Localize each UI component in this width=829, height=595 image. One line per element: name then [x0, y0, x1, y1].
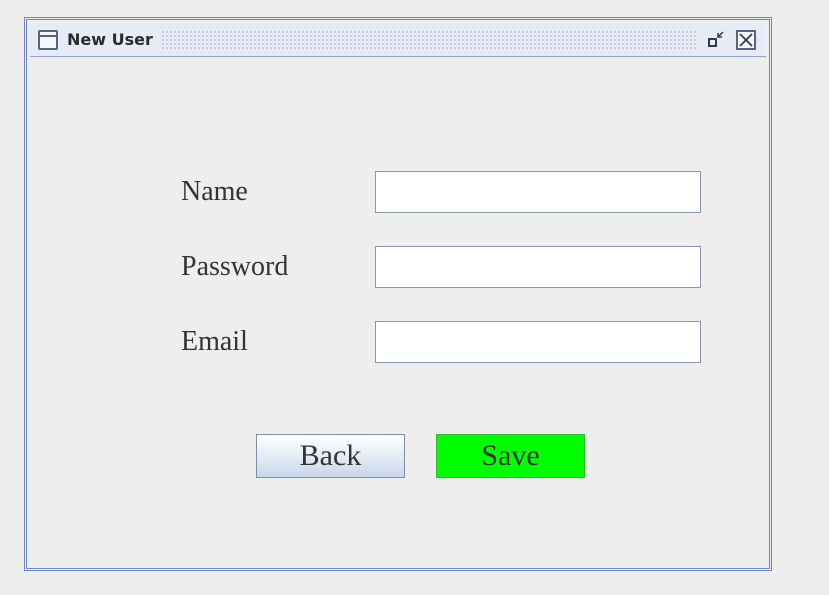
- back-button[interactable]: Back: [256, 434, 405, 478]
- save-button-label: Save: [481, 439, 540, 472]
- restore-icon: [708, 30, 724, 47]
- back-button-label: Back: [299, 439, 362, 472]
- close-icon: [739, 32, 753, 47]
- password-label: Password: [181, 251, 289, 282]
- title-bar[interactable]: New User: [30, 23, 766, 57]
- name-label: Name: [181, 176, 248, 207]
- internal-frame-window: New User Name Password Email Back Save: [24, 17, 772, 571]
- name-field[interactable]: [375, 171, 701, 213]
- window-icon: [38, 29, 58, 50]
- close-button[interactable]: [736, 29, 756, 50]
- restore-button[interactable]: [706, 30, 726, 50]
- window-title: New User: [67, 30, 153, 49]
- email-field[interactable]: [375, 321, 701, 363]
- password-field[interactable]: [375, 246, 701, 288]
- save-button[interactable]: Save: [436, 434, 585, 478]
- title-bar-grip: [160, 29, 696, 50]
- form-content: Name Password Email Back Save: [30, 58, 766, 565]
- email-label: Email: [181, 326, 248, 357]
